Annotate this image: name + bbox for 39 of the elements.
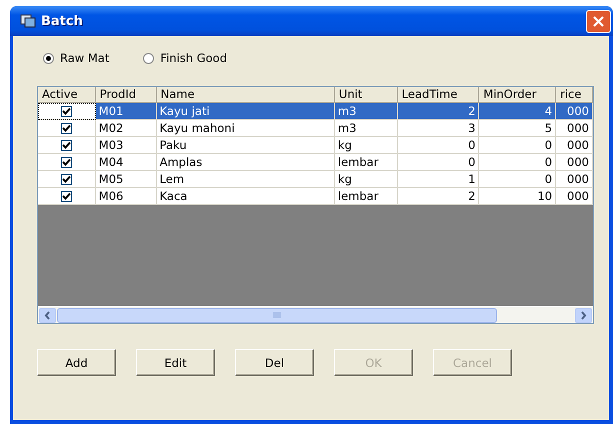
window-title: Batch <box>41 14 83 28</box>
table-row[interactable]: M06 Kaca lembar 2 10 000 <box>38 188 593 205</box>
radio-button[interactable] <box>143 52 154 64</box>
table-cell: Kayu jati <box>156 103 335 120</box>
horizontal-scrollbar[interactable] <box>38 306 593 323</box>
scroll-thumb[interactable] <box>57 308 497 322</box>
scroll-right-button[interactable] <box>575 308 592 322</box>
radio-option[interactable]: Raw Mat <box>43 51 110 65</box>
radio-option[interactable]: Finish Good <box>143 51 228 65</box>
action-button[interactable]: Add <box>37 349 116 376</box>
checkbox[interactable] <box>60 122 72 134</box>
checkbox[interactable] <box>60 106 72 116</box>
checkbox[interactable] <box>60 174 72 184</box>
table-cell: 10 <box>479 188 556 205</box>
action-button[interactable]: Edit <box>136 349 215 376</box>
table-cell: M01 <box>96 103 157 120</box>
table-row[interactable]: M02 Kayu mahoni m3 3 5 000 <box>38 120 593 137</box>
table-cell: 000 <box>556 103 593 120</box>
checkbox[interactable] <box>60 190 72 202</box>
table-cell: 000 <box>556 188 593 205</box>
scroll-left-button[interactable] <box>39 308 56 322</box>
checkbox[interactable] <box>60 156 72 168</box>
table-cell: m3 <box>334 103 398 120</box>
radio-button[interactable] <box>43 52 54 64</box>
table-cell: lembar <box>334 188 398 205</box>
table-row[interactable]: M03 Paku kg 0 0 000 <box>38 137 593 154</box>
table-row[interactable]: M04 Amplas lembar 0 0 000 <box>38 154 593 171</box>
table-cell: Kaca <box>156 188 335 205</box>
table-row[interactable]: M01 Kayu jati m3 2 4 000 <box>38 103 593 120</box>
window-icon <box>20 14 36 28</box>
table-row[interactable]: M05 Lem kg 1 0 000 <box>38 171 593 188</box>
table-cell: 2 <box>398 103 480 120</box>
table-cell: 2 <box>398 188 480 205</box>
checkbox[interactable] <box>60 140 72 150</box>
table-cell: 4 <box>479 103 556 120</box>
close-icon <box>592 14 605 28</box>
close-button[interactable] <box>586 10 611 32</box>
action-button[interactable]: Del <box>235 349 314 376</box>
table-cell: M06 <box>96 188 157 205</box>
